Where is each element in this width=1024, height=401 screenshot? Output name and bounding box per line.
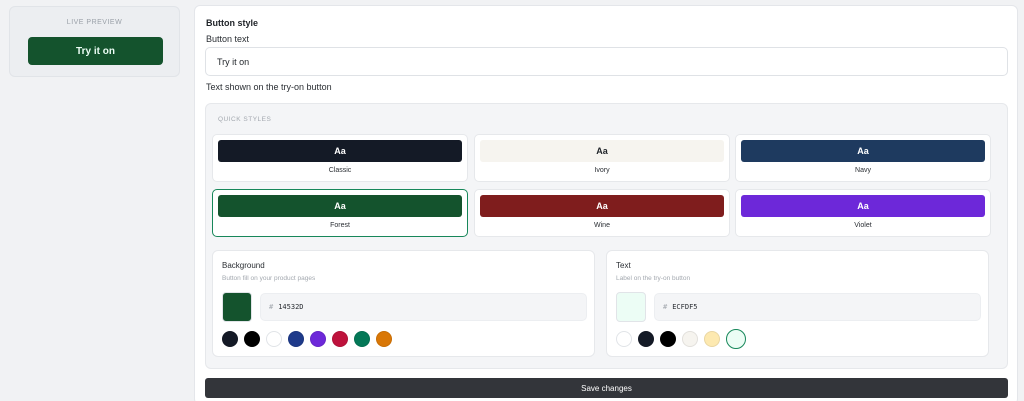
live-preview-label: LIVE PREVIEW	[66, 19, 123, 26]
style-swatch: Aa	[480, 140, 724, 162]
color-swatch-dot[interactable]	[244, 331, 260, 347]
style-name: Forest	[330, 222, 350, 229]
style-card-ivory[interactable]: Aa Ivory	[474, 134, 730, 182]
style-name: Wine	[594, 222, 610, 229]
text-hex-input[interactable]: # ECFDF5	[654, 293, 981, 321]
style-card-violet[interactable]: Aa Violet	[735, 189, 991, 237]
color-swatch-dot[interactable]	[660, 331, 676, 347]
color-swatch-dot[interactable]	[638, 331, 654, 347]
text-hex-value: ECFDF5	[672, 303, 698, 311]
save-changes-button[interactable]: Save changes	[205, 378, 1008, 398]
style-card-forest[interactable]: Aa Forest	[212, 189, 468, 237]
color-swatch-dot[interactable]	[354, 331, 370, 347]
style-swatch: Aa	[218, 140, 462, 162]
style-swatch: Aa	[218, 195, 462, 217]
button-text-input[interactable]	[205, 47, 1008, 76]
style-name: Ivory	[594, 167, 610, 174]
color-swatch-dot[interactable]	[376, 331, 392, 347]
text-title: Text	[616, 261, 631, 270]
color-swatch-dot[interactable]	[288, 331, 304, 347]
text-swatch-row	[616, 329, 746, 349]
color-swatch-dot[interactable]	[310, 331, 326, 347]
hash-prefix: #	[269, 303, 274, 311]
text-color-swatch[interactable]	[616, 292, 646, 322]
background-swatch-row	[222, 331, 392, 347]
hash-prefix: #	[663, 303, 668, 311]
section-title: Button style	[206, 18, 259, 28]
background-color-card: Background Button fill on your product p…	[212, 250, 595, 357]
color-swatch-dot[interactable]	[682, 331, 698, 347]
quick-styles-section: QUICK STYLES Aa Classic Aa Ivory Aa Navy…	[205, 103, 1008, 369]
color-swatch-dot[interactable]	[726, 329, 746, 349]
button-text-label: Button text	[206, 34, 250, 44]
style-card-classic[interactable]: Aa Classic	[212, 134, 468, 182]
button-text-help: Text shown on the try-on button	[206, 82, 332, 92]
background-title: Background	[222, 261, 265, 270]
text-subtitle: Label on the try-on button	[616, 275, 691, 282]
color-swatch-dot[interactable]	[266, 331, 282, 347]
background-hex-value: 14532D	[278, 303, 304, 311]
button-style-panel: Button style Button text Text shown on t…	[194, 5, 1018, 401]
style-swatch: Aa	[480, 195, 724, 217]
background-color-swatch[interactable]	[222, 292, 252, 322]
try-it-on-preview-button[interactable]: Try it on	[28, 37, 163, 65]
style-swatch: Aa	[741, 195, 985, 217]
color-swatch-dot[interactable]	[222, 331, 238, 347]
style-name: Navy	[855, 167, 871, 174]
color-swatch-dot[interactable]	[616, 331, 632, 347]
style-card-navy[interactable]: Aa Navy	[735, 134, 991, 182]
style-swatch: Aa	[741, 140, 985, 162]
background-subtitle: Button fill on your product pages	[222, 275, 316, 282]
background-hex-input[interactable]: # 14532D	[260, 293, 587, 321]
style-card-wine[interactable]: Aa Wine	[474, 189, 730, 237]
style-name: Violet	[854, 222, 872, 229]
color-swatch-dot[interactable]	[332, 331, 348, 347]
style-name: Classic	[328, 167, 352, 174]
text-color-card: Text Label on the try-on button # ECFDF5	[606, 250, 989, 357]
live-preview-card: LIVE PREVIEW Try it on	[9, 6, 180, 77]
color-swatch-dot[interactable]	[704, 331, 720, 347]
quick-styles-title: QUICK STYLES	[218, 116, 272, 123]
